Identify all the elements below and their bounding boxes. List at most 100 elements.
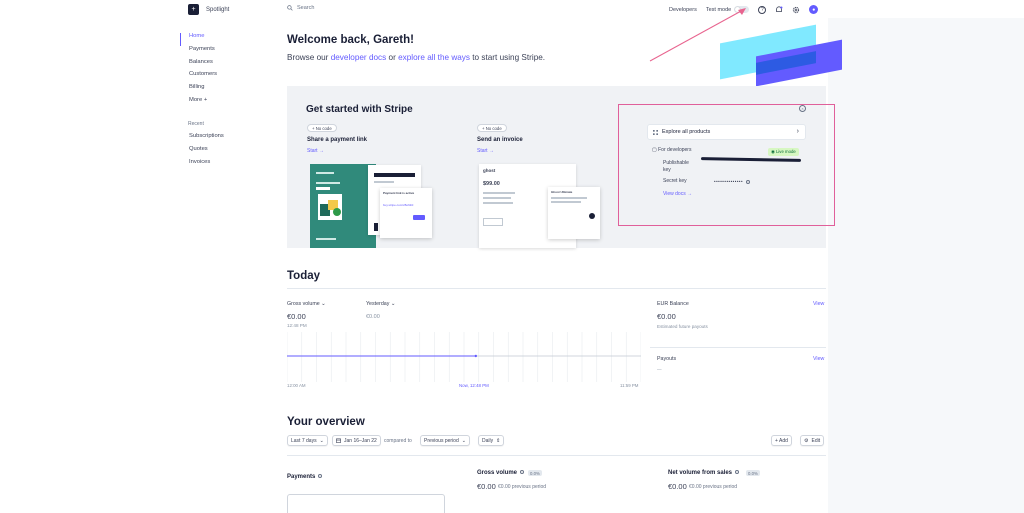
payment-link-popup: Payment link is active buy.stripe.com/28… — [380, 188, 432, 238]
net-volume-percent: 0.0% — [746, 470, 760, 476]
info-icon[interactable] — [734, 470, 739, 475]
divider — [287, 455, 826, 456]
eur-balance-value: €0.00 — [657, 312, 676, 321]
today-title: Today — [287, 270, 321, 282]
explore-products-label: Explore all products — [662, 129, 711, 135]
annotation-arrow — [649, 8, 746, 62]
yesterday-dropdown[interactable]: Yesterday ⌄ — [366, 301, 395, 307]
info-icon[interactable] — [318, 474, 323, 479]
gross-volume-previous: €0.00 previous period — [498, 484, 547, 490]
gross-volume-title: Gross volume — [477, 470, 524, 476]
browse-prefix: Browse our — [287, 53, 329, 62]
gross-volume-time: 12:48 PM — [287, 323, 307, 328]
gross-volume-percent: 0.0% — [528, 470, 542, 476]
search-input[interactable]: Search — [287, 5, 314, 11]
payment-link-title: Share a payment link — [307, 137, 368, 143]
sidebar-item-balances[interactable]: Balances — [180, 59, 217, 72]
divider — [650, 347, 826, 348]
sidebar-item-payments[interactable]: Payments — [180, 46, 217, 59]
popup-button — [413, 215, 425, 220]
invoice-title: Send an invoice — [477, 137, 523, 143]
payments-title: Payments — [287, 474, 323, 480]
search-placeholder: Search — [297, 5, 315, 11]
sidebar-recent: Subscriptions Quotes Invoices — [180, 133, 224, 171]
explore-ways-link[interactable]: explore all the ways — [398, 53, 470, 62]
view-docs-link[interactable]: View docs → — [663, 191, 692, 197]
info-icon[interactable] — [745, 179, 750, 184]
payouts-value: — — [657, 367, 662, 372]
payment-link-url: buy.stripe.com/28o6Zd — [383, 203, 414, 207]
info-icon[interactable] — [519, 470, 524, 475]
secret-key-label: Secret key — [663, 178, 687, 184]
sidebar-item-more[interactable]: More + — [180, 97, 217, 110]
compared-to-label: compared to — [384, 438, 412, 444]
secret-key-value: •••••••••••••• — [714, 179, 750, 184]
browse-suffix: to start using Stripe. — [472, 53, 546, 62]
payouts-view-link[interactable]: View — [813, 356, 824, 362]
page-title: Welcome back, Gareth! — [287, 34, 414, 46]
get-started-title: Get started with Stripe — [306, 104, 413, 115]
gross-volume-dropdown[interactable]: Gross volume ⌄ — [287, 301, 326, 307]
range-select[interactable]: Last 7 days ⌄ — [287, 435, 328, 446]
recent-heading: Recent — [188, 121, 204, 127]
close-icon[interactable]: × — [799, 105, 806, 112]
explore-products-button[interactable]: Explore all products › — [647, 124, 806, 140]
overview-title: Your overview — [287, 416, 365, 428]
divider — [287, 288, 826, 289]
interval-select[interactable]: Daily ⇕ — [478, 435, 505, 446]
gross-volume-value: €0.00 — [287, 312, 306, 321]
x-axis-label-now: Now, 12:48 PM — [459, 383, 489, 388]
sidebar-item-customers[interactable]: Customers — [180, 71, 217, 84]
edit-button[interactable]: ⚙ Edit — [800, 435, 825, 446]
eur-balance-view-link[interactable]: View — [813, 301, 824, 307]
developer-panel-highlight — [618, 104, 835, 226]
net-volume-previous: €0.00 previous period — [689, 484, 738, 490]
avatar[interactable]: ● — [809, 5, 819, 14]
gross-volume-overview-value: €0.00 — [477, 482, 496, 491]
chart-now-point — [474, 354, 477, 358]
eur-balance-label: EUR Balance — [657, 301, 689, 307]
payouts-label: Payouts — [657, 356, 677, 362]
yesterday-value: €0.00 — [366, 314, 380, 320]
sidebar-item-subscriptions[interactable]: Subscriptions — [180, 133, 224, 146]
calendar-icon — [336, 438, 341, 443]
gear-icon[interactable] — [792, 6, 800, 14]
for-developers-label: ▢ For developers — [652, 147, 692, 153]
x-axis-label-start: 12:00 AM — [287, 383, 306, 388]
net-volume-title: Net volume from sales — [668, 470, 739, 476]
invoice-start-link[interactable]: Start → — [477, 148, 494, 154]
payment-link-illustration — [310, 164, 376, 248]
payment-link-popup-title: Payment link is active — [383, 191, 415, 195]
live-mode-badge[interactable]: ◉ Live mode — [768, 148, 799, 156]
invoice-popup: Ghost Ultimate — [548, 187, 600, 239]
browse-text: Browse our developer docs or explore all… — [287, 53, 545, 62]
comparison-select[interactable]: Previous period ⌄ — [420, 435, 470, 446]
sidebar-item-billing[interactable]: Billing — [180, 84, 217, 97]
search-icon — [287, 5, 293, 11]
brand-name: Spotlight — [206, 6, 230, 13]
date-range-picker[interactable]: Jan 16–Jan 22 — [332, 435, 381, 446]
payment-link-art — [316, 172, 342, 240]
net-volume-value: €0.00 — [668, 482, 687, 491]
today-chart — [287, 332, 641, 382]
grid-icon — [653, 129, 658, 135]
developer-docs-link[interactable]: developer docs — [331, 53, 387, 62]
sidebar-item-home[interactable]: Home — [180, 33, 217, 46]
browse-or: or — [388, 53, 396, 62]
sidebar-item-quotes[interactable]: Quotes — [180, 146, 224, 159]
no-code-badge: + No code — [477, 124, 507, 132]
invoice-brand: ghost — [483, 168, 496, 173]
publishable-key-label: Publishable key — [663, 160, 689, 173]
brand-logo-icon: + — [188, 4, 199, 15]
eur-balance-sub: Estimated future payouts — [657, 324, 708, 329]
no-code-badge: + No code — [307, 124, 337, 132]
brand[interactable]: + Spotlight — [188, 4, 229, 15]
sidebar-item-invoices[interactable]: Invoices — [180, 159, 224, 172]
add-button[interactable]: + Add — [771, 435, 792, 446]
payment-link-start-link[interactable]: Start → — [307, 148, 324, 154]
sidebar-nav: Home Payments Balances Customers Billing… — [180, 33, 217, 110]
chevron-right-icon: › — [796, 128, 799, 135]
sidebar — [0, 0, 270, 513]
x-axis-label-end: 11:59 PM — [620, 383, 639, 388]
bell-icon[interactable] — [775, 5, 783, 14]
